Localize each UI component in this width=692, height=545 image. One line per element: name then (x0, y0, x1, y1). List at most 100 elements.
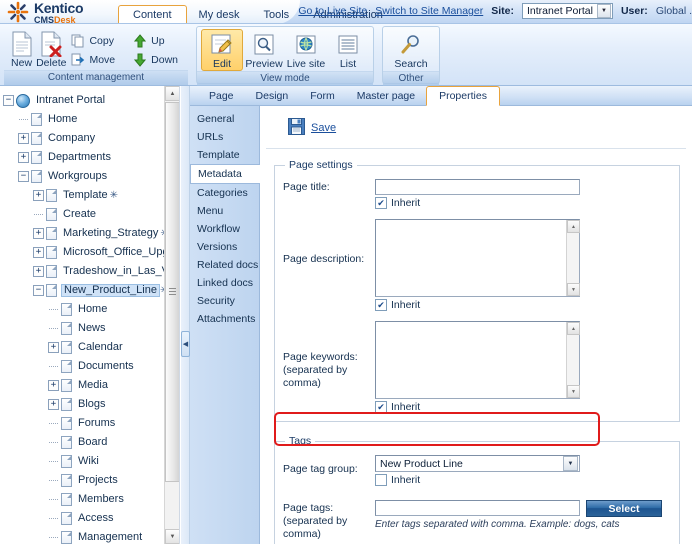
subnav-item-general[interactable]: General (190, 110, 259, 128)
tree-expand-icon[interactable]: + (18, 152, 29, 163)
tree-node[interactable]: + Company (3, 129, 177, 148)
subnav-item-template[interactable]: Template (190, 146, 259, 164)
content-tab-form[interactable]: Form (299, 87, 346, 105)
list-button[interactable]: List (327, 29, 369, 71)
page-keywords-scrollbar[interactable]: ▲ ▼ (566, 322, 580, 398)
tree-node[interactable]: + Calendar (3, 338, 177, 357)
tree-connector-icon (48, 323, 59, 334)
subnav-item-urls[interactable]: URLs (190, 128, 259, 146)
tree-expand-icon[interactable]: + (18, 133, 29, 144)
preview-button[interactable]: Preview (243, 29, 285, 71)
tree-node[interactable]: Documents (3, 357, 177, 376)
tree-node-label: Media (78, 379, 108, 391)
subnav-item-metadata[interactable]: Metadata (190, 164, 260, 184)
tree-collapse-icon[interactable]: − (3, 95, 14, 106)
move-button[interactable]: Move (67, 50, 121, 69)
copy-button[interactable]: Copy (67, 31, 121, 50)
scroll-up-icon[interactable]: ▲ (567, 220, 580, 233)
go-to-live-site-link[interactable]: Go to Live Site (298, 5, 367, 17)
page-description-inherit-checkbox[interactable] (375, 299, 387, 311)
tree-node[interactable]: + Media (3, 376, 177, 395)
tree-node[interactable]: +Tradeshow_in_Las_Vegas✳ (3, 262, 179, 281)
tree-node[interactable]: − Workgroups (3, 167, 177, 186)
tree-node[interactable]: + Departments (3, 148, 177, 167)
subnav-item-security[interactable]: Security (190, 292, 259, 310)
tree-node[interactable]: Access (3, 509, 177, 528)
tree-node[interactable]: Members (3, 490, 177, 509)
scroll-down-icon[interactable]: ▼ (567, 283, 580, 296)
tree-expand-icon[interactable]: + (33, 228, 44, 239)
subnav-item-categories[interactable]: Categories (190, 184, 259, 202)
live-site-button-label: Live site (286, 58, 326, 70)
tab-my-desk[interactable]: My desk (187, 6, 252, 23)
tree-expand-icon[interactable]: + (33, 190, 44, 201)
tree-node[interactable]: News (3, 319, 177, 338)
page-tag-group-row: Page tag group: New Product Line ▼ Inher… (283, 455, 671, 486)
page-keywords-label: Page keywords: (separated by comma) (283, 321, 375, 390)
site-select[interactable]: Intranet Portal ▼ (522, 3, 613, 19)
page-title-input[interactable] (375, 179, 580, 195)
edit-button[interactable]: Edit (201, 29, 243, 71)
down-button[interactable]: Down (129, 50, 184, 69)
page-keywords-inherit-checkbox[interactable] (375, 401, 387, 413)
page-description-textarea[interactable]: ▲ ▼ (375, 219, 580, 297)
save-button[interactable]: Save (311, 122, 336, 134)
page-tag-group-dropdown[interactable]: New Product Line ▼ (375, 455, 580, 472)
tree-node-label: Intranet Portal (36, 94, 106, 106)
content-tab-page[interactable]: Page (198, 87, 245, 105)
subnav-item-attachments[interactable]: Attachments (190, 310, 259, 328)
page-tag-group-inherit-checkbox[interactable] (375, 474, 387, 486)
subnav-item-workflow[interactable]: Workflow (190, 220, 259, 238)
tree-node[interactable]: +Microsoft_Office_Upgrade✳ (3, 243, 179, 262)
tree-expand-icon[interactable]: + (48, 342, 59, 353)
tree-scrollbar[interactable]: ▲ ▼ (164, 86, 179, 544)
tree-expand-icon[interactable]: + (48, 380, 59, 391)
subnav-item-related-docs[interactable]: Related docs (190, 256, 259, 274)
live-site-button[interactable]: Live site (285, 29, 327, 71)
switch-to-site-manager-link[interactable]: Switch to Site Manager (375, 5, 483, 17)
select-button[interactable]: Select (586, 500, 662, 517)
tree-expand-icon[interactable]: + (33, 266, 44, 277)
tree-node[interactable]: Management (3, 528, 177, 544)
tree-node[interactable]: −New_Product_Line✳ (3, 281, 177, 300)
splitter-collapse-icon[interactable]: ◀ (181, 331, 190, 357)
panel-splitter[interactable]: ◀ (181, 86, 190, 544)
tree-scrollbar-thumb[interactable] (165, 102, 179, 482)
page-tags-input[interactable] (375, 500, 580, 516)
search-button[interactable]: Search (388, 29, 434, 71)
tree-node[interactable]: Board (3, 433, 177, 452)
scroll-down-icon[interactable]: ▼ (165, 529, 179, 544)
tree-node[interactable]: Forums (3, 414, 177, 433)
subnav-item-menu[interactable]: Menu (190, 202, 259, 220)
content-tab-properties[interactable]: Properties (426, 86, 500, 106)
content-tab-master-page[interactable]: Master page (346, 87, 426, 105)
tree-collapse-icon[interactable]: − (33, 285, 44, 296)
tab-tools[interactable]: Tools (252, 6, 302, 23)
scroll-up-icon[interactable]: ▲ (567, 322, 580, 335)
tree-node[interactable]: Home (3, 110, 177, 129)
tree-node[interactable]: + Template ✳ (3, 186, 177, 205)
delete-button[interactable]: Delete (35, 28, 67, 70)
up-button[interactable]: Up (129, 31, 184, 50)
scroll-down-icon[interactable]: ▼ (567, 385, 580, 398)
content-tab-design[interactable]: Design (245, 87, 300, 105)
page-tags-hint: Enter tags separated with comma. Example… (375, 519, 620, 530)
tree-node[interactable]: Projects (3, 471, 177, 490)
tree-expand-icon[interactable]: + (48, 399, 59, 410)
tab-content[interactable]: Content (118, 5, 187, 23)
tree-node[interactable]: +Marketing_Strategy✳ (3, 224, 177, 243)
tree-node[interactable]: + Blogs (3, 395, 177, 414)
tree-node[interactable]: Create (3, 205, 177, 224)
scroll-up-icon[interactable]: ▲ (165, 86, 179, 101)
subnav-item-linked-docs[interactable]: Linked docs (190, 274, 259, 292)
page-description-scrollbar[interactable]: ▲ ▼ (566, 220, 580, 296)
tree-node[interactable]: Home (3, 300, 177, 319)
tree-node[interactable]: − Intranet Portal (3, 91, 177, 110)
tree-collapse-icon[interactable]: − (18, 171, 29, 182)
page-title-inherit-checkbox[interactable] (375, 197, 387, 209)
new-button[interactable]: New (8, 28, 35, 70)
tree-node[interactable]: Wiki (3, 452, 177, 471)
subnav-item-versions[interactable]: Versions (190, 238, 259, 256)
page-keywords-textarea[interactable]: ▲ ▼ (375, 321, 580, 399)
tree-expand-icon[interactable]: + (33, 247, 44, 258)
